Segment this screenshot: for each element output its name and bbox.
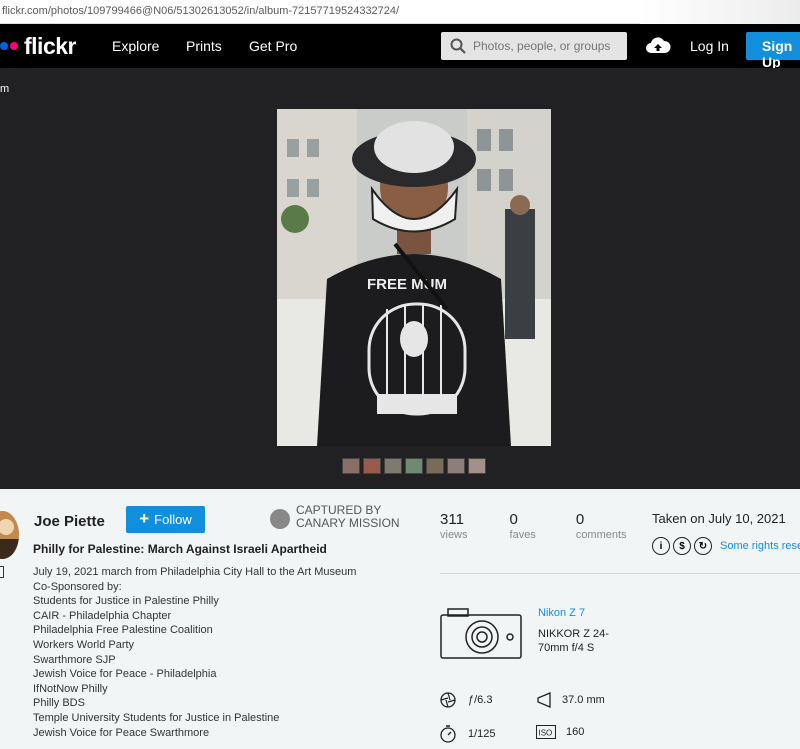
thumbnail-strip bbox=[342, 458, 486, 474]
canary-mission-logo-icon bbox=[270, 509, 290, 529]
document-icon bbox=[0, 566, 4, 578]
avatar-image bbox=[0, 511, 19, 559]
iso-row: ISO 160 bbox=[536, 725, 584, 739]
description-line: Jewish Voice for Peace - Philadelphia bbox=[33, 668, 217, 681]
captured-line2: CANARY MISSION bbox=[296, 516, 400, 530]
logo-text: flickr bbox=[24, 32, 76, 59]
top-nav: flickr Explore Prints Get Pro Log In Sig… bbox=[0, 24, 800, 70]
shutter-speed-icon bbox=[440, 725, 456, 743]
svg-text:FREE MUM: FREE MUM bbox=[367, 276, 447, 293]
browser-url-bar[interactable]: flickr.com/photos/109799466@N06/51302613… bbox=[0, 0, 800, 24]
nav-explore[interactable]: Explore bbox=[112, 38, 159, 54]
photo-title: Philly for Palestine: March Against Isra… bbox=[33, 542, 327, 556]
signup-button[interactable]: Sign Up bbox=[746, 32, 800, 70]
taken-date: Taken on July 10, 2021 bbox=[652, 511, 786, 526]
photo-info-panel: Joe Piette + Follow CAPTURED BY CANARY M… bbox=[0, 489, 800, 749]
attribution-icon[interactable]: i bbox=[652, 537, 670, 555]
description-line: Swarthmore SJP bbox=[33, 653, 116, 666]
avatar[interactable] bbox=[0, 511, 19, 559]
follow-button[interactable]: + Follow bbox=[126, 506, 205, 533]
main-photo[interactable]: FREE MUM bbox=[277, 109, 551, 446]
thumbnail[interactable] bbox=[468, 458, 486, 474]
upload-cloud-icon[interactable] bbox=[645, 35, 671, 55]
description-line: Jewish Voice for Peace Swarthmore bbox=[33, 726, 210, 739]
views-count: 311 bbox=[440, 511, 464, 528]
back-link[interactable]: m bbox=[0, 83, 9, 95]
description-line: Students for Justice in Palestine Philly bbox=[33, 595, 219, 608]
login-link[interactable]: Log In bbox=[690, 38, 729, 54]
focal-length-icon bbox=[537, 692, 551, 708]
divider bbox=[440, 573, 800, 574]
photo-viewer: m FREE MUM bbox=[0, 68, 800, 489]
url-text[interactable]: flickr.com/photos/109799466@N06/51302613… bbox=[2, 5, 399, 17]
author-name[interactable]: Joe Piette bbox=[34, 513, 105, 530]
license-info: i $ ↻ Some rights reserved bbox=[652, 537, 800, 555]
description-line: Temple University Students for Justice i… bbox=[33, 711, 280, 724]
url-bar-fade bbox=[640, 0, 800, 24]
faves-label: faves bbox=[509, 529, 536, 541]
views-stat: 311 views bbox=[440, 511, 468, 541]
description-line: July 19, 2021 march from Philadelphia Ci… bbox=[33, 566, 357, 578]
comments-stat: 0 comments bbox=[576, 511, 627, 541]
aperture-icon bbox=[440, 692, 456, 708]
search-icon bbox=[450, 38, 466, 54]
aperture-value: ƒ/6.3 bbox=[468, 694, 493, 706]
some-rights-link[interactable]: Some rights reserved bbox=[720, 540, 800, 552]
description-line: Philadelphia Free Palestine Coalition bbox=[33, 624, 213, 637]
description-line: Philly BDS bbox=[33, 697, 85, 710]
shutter-row: 1/125 bbox=[440, 725, 496, 743]
photo-stats: 311 views 0 faves 0 comments bbox=[440, 511, 627, 541]
aperture-row: ƒ/6.3 bbox=[440, 692, 492, 708]
noncommercial-icon[interactable]: $ bbox=[673, 537, 691, 555]
photo-description: July 19, 2021 march from Philadelphia Ci… bbox=[33, 565, 423, 740]
camera-icon bbox=[440, 608, 522, 659]
logo-pink-dot-icon bbox=[10, 42, 18, 50]
comments-label: comments bbox=[575, 529, 627, 541]
views-label: views bbox=[440, 529, 468, 541]
faves-count: 0 bbox=[509, 511, 518, 528]
sharealike-icon[interactable]: ↻ bbox=[694, 537, 712, 555]
comments-count: 0 bbox=[575, 511, 585, 528]
plus-icon: + bbox=[139, 508, 150, 528]
thumbnail[interactable] bbox=[426, 458, 444, 474]
thumbnail[interactable] bbox=[384, 458, 402, 474]
svg-text:ISO: ISO bbox=[539, 729, 553, 738]
description-line: CAIR - Philadelphia Chapter bbox=[33, 609, 172, 622]
thumbnail[interactable] bbox=[405, 458, 423, 474]
description-line: Co-Sponsored by: bbox=[33, 580, 122, 593]
description-line: Workers World Party bbox=[33, 638, 135, 651]
nav-get-pro[interactable]: Get Pro bbox=[249, 38, 297, 54]
camera-model-link[interactable]: Nikon Z 7 bbox=[538, 607, 585, 619]
search-box[interactable] bbox=[441, 32, 627, 60]
description-line: IfNotNow Philly bbox=[33, 682, 108, 695]
photo-illustration: FREE MUM bbox=[277, 109, 551, 446]
thumbnail[interactable] bbox=[342, 458, 360, 474]
lens-name: NIKKOR Z 24-70mm f/4 S bbox=[538, 628, 609, 654]
thumbnail[interactable] bbox=[447, 458, 465, 474]
follow-label: Follow bbox=[154, 512, 192, 527]
iso-value: 160 bbox=[566, 726, 585, 738]
logo-blue-dot-icon bbox=[0, 42, 8, 50]
faves-stat: 0 faves bbox=[510, 511, 536, 541]
iso-icon: ISO bbox=[536, 725, 556, 739]
focal-row: 37.0 mm bbox=[536, 692, 605, 708]
search-input[interactable] bbox=[473, 36, 623, 56]
thumbnail[interactable] bbox=[363, 458, 381, 474]
shutter-value: 1/125 bbox=[468, 728, 496, 740]
nav-prints[interactable]: Prints bbox=[186, 38, 222, 54]
flickr-logo[interactable]: flickr bbox=[0, 32, 76, 59]
focal-value: 37.0 mm bbox=[562, 694, 605, 706]
captured-watermark: CAPTURED BY CANARY MISSION bbox=[270, 504, 400, 530]
